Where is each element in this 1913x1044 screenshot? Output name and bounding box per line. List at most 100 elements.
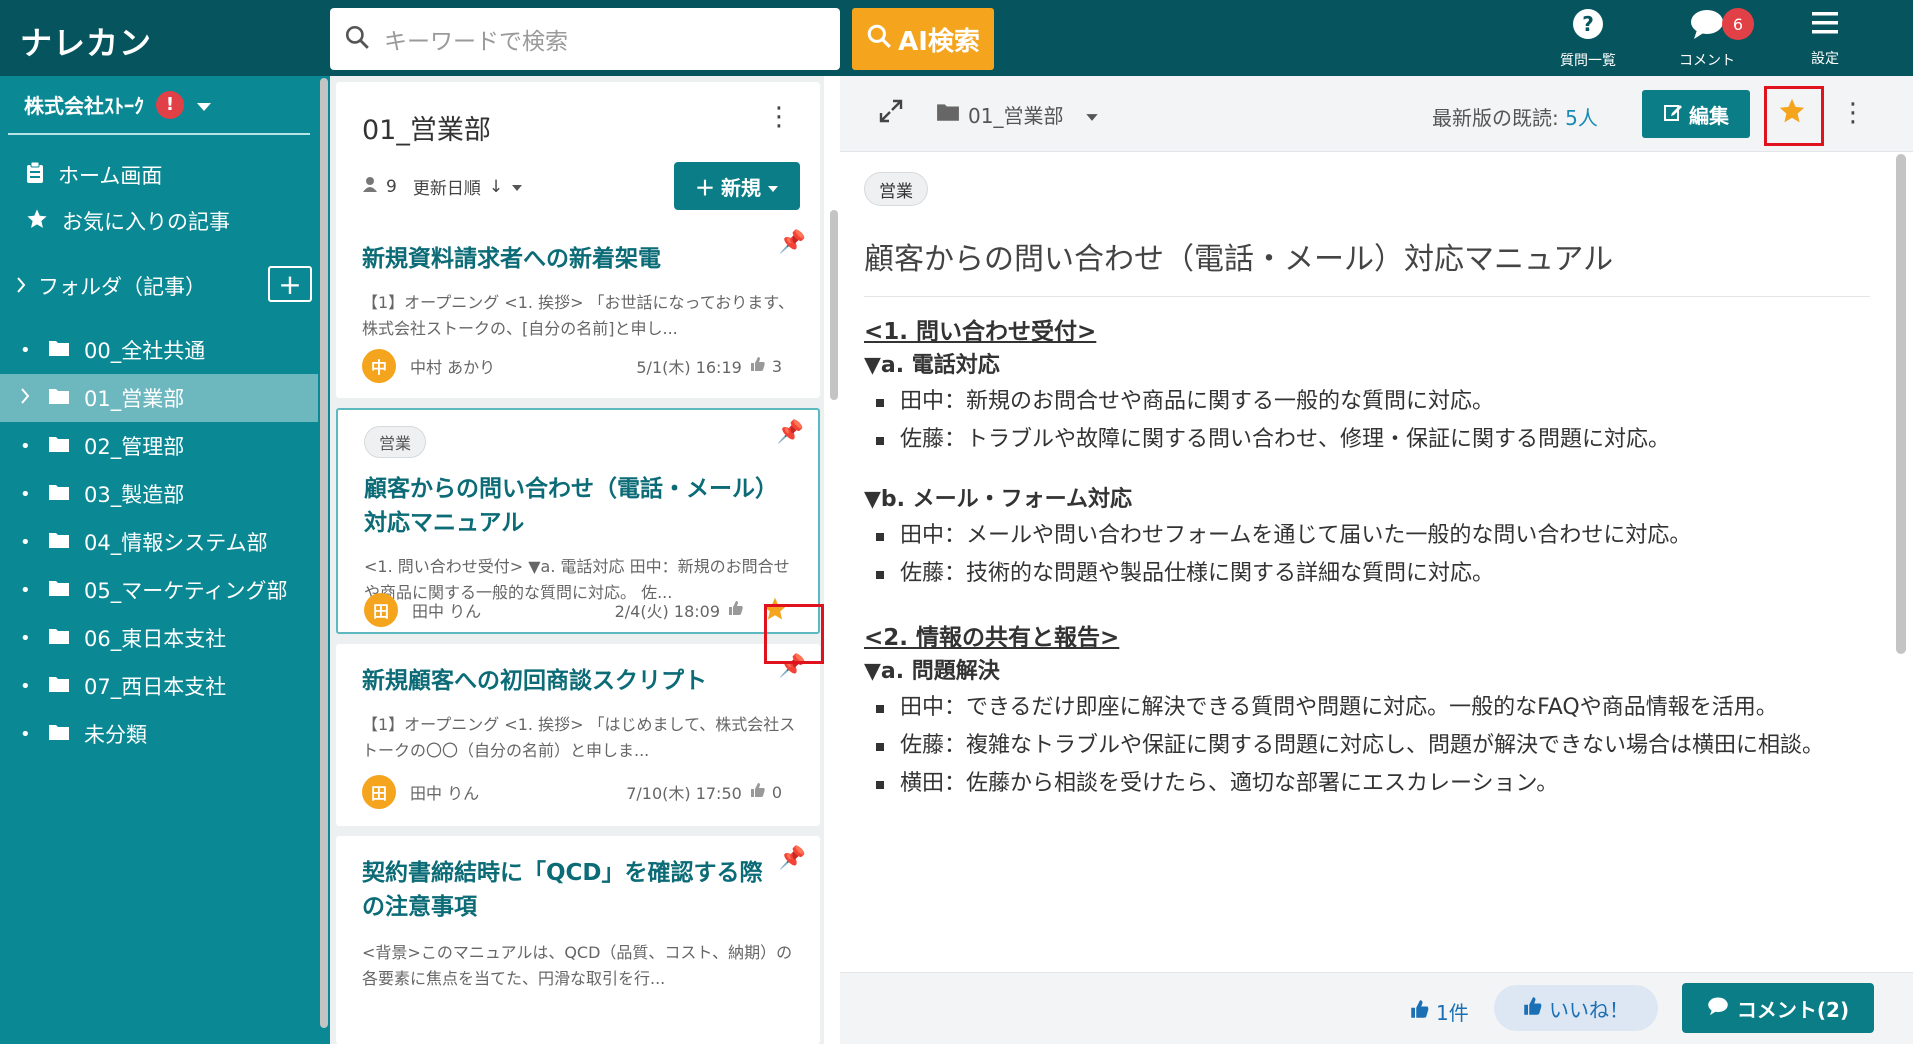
chevron-down-icon bbox=[511, 177, 523, 197]
folder-label: 04_情報システム部 bbox=[84, 531, 268, 555]
card-likes: 0 bbox=[771, 782, 782, 802]
avatar: 田 bbox=[364, 593, 398, 627]
sidebar-scroll-thumb[interactable] bbox=[320, 78, 328, 1028]
list-title: 01_営業部 bbox=[362, 115, 491, 146]
comments-button[interactable]: 6 コメント bbox=[1652, 8, 1762, 70]
folder-label: 07_西日本支社 bbox=[84, 675, 227, 699]
article-list: 01_営業部 ⋮ 9 更新日順 ↓ ＋ 新規 📌 新規資料請求者への新着架電 【… bbox=[330, 76, 824, 1044]
sidebar-folder-item[interactable]: • 00_全社共通 bbox=[0, 326, 318, 374]
folder-section-header[interactable]: フォルダ（記事） + bbox=[16, 266, 312, 306]
folder-section-label: フォルダ（記事） bbox=[38, 275, 206, 299]
comment-button[interactable]: コメント(2) bbox=[1682, 983, 1874, 1033]
subsection-heading: ▼a. 電話対応 bbox=[864, 353, 1000, 378]
member-count: 9 bbox=[386, 176, 397, 197]
app-logo[interactable]: ナレカン bbox=[20, 18, 152, 64]
card-title: 顧客からの問い合わせ（電話・メール）対応マニュアル bbox=[364, 476, 767, 536]
new-button-label: 新規 bbox=[721, 175, 761, 200]
more-options-icon[interactable]: ⋮ bbox=[766, 104, 792, 130]
sidebar-folder-item[interactable]: • 04_情報システム部 bbox=[0, 518, 318, 566]
detail-scrollbar[interactable] bbox=[1896, 154, 1906, 654]
sort-label: 更新日順 bbox=[412, 179, 481, 199]
settings-button[interactable]: 設定 bbox=[1770, 8, 1880, 70]
like-button[interactable]: いいね！ bbox=[1494, 985, 1658, 1031]
speech-bubble-icon bbox=[1707, 996, 1729, 1021]
article-title: 顧客からの問い合わせ（電話・メール）対応マニュアル bbox=[864, 234, 1870, 297]
sidebar-item-favorites[interactable]: お気に入りの記事 bbox=[26, 206, 230, 236]
list-scrollbar[interactable] bbox=[830, 210, 838, 400]
bullet-icon: • bbox=[20, 675, 31, 697]
card-tag: 営業 bbox=[364, 426, 427, 458]
article-card[interactable]: 📌 新規顧客への初回商談スクリプト 【1】オープニング <1. 挨拶> 「はじめ… bbox=[336, 644, 820, 826]
readers-count: 5人 bbox=[1565, 106, 1598, 130]
bullet-icon: • bbox=[20, 531, 31, 553]
sidebar-folder-item[interactable]: • 06_東日本支社 bbox=[0, 614, 318, 662]
folder-icon bbox=[48, 578, 70, 602]
bullet-icon: • bbox=[20, 435, 31, 457]
add-folder-button[interactable]: + bbox=[268, 266, 312, 302]
folder-label: 01_営業部 bbox=[84, 387, 185, 411]
plus-icon: ＋ bbox=[695, 175, 715, 200]
menu-icon bbox=[1810, 8, 1840, 42]
card-title: 新規資料請求者への新着架電 bbox=[362, 246, 661, 272]
like-count-label: 1件 bbox=[1436, 1001, 1469, 1025]
company-switcher[interactable]: 株式会社ｽﾄｰｸ ! bbox=[24, 90, 212, 119]
questions-button[interactable]: ? 質問一覧 bbox=[1533, 8, 1643, 70]
card-date: 7/10(木) 17:50 bbox=[626, 784, 742, 803]
folder-icon bbox=[48, 386, 70, 410]
clipboard-icon bbox=[26, 161, 44, 189]
more-options-icon[interactable]: ⋮ bbox=[1840, 100, 1866, 126]
search-input[interactable]: キーワードで検索 bbox=[330, 8, 840, 70]
thumbs-up-icon bbox=[1410, 999, 1430, 1024]
sidebar-folder-item[interactable]: • 07_西日本支社 bbox=[0, 662, 318, 710]
folder-label: 02_管理部 bbox=[84, 435, 185, 459]
folder-icon bbox=[48, 482, 70, 506]
bullet-icon: • bbox=[20, 627, 31, 649]
subsection-heading: ▼a. 問題解決 bbox=[864, 659, 1000, 684]
article-card[interactable]: 📌 契約書締結時に「QCD」を確認する際の注意事項 <背景>このマニュアルは、Q… bbox=[336, 836, 820, 1044]
card-excerpt: 【1】オープニング <1. 挨拶> 「お世話になっております、株式会社ストークの… bbox=[362, 293, 794, 338]
breadcrumb-folder: 01_営業部 bbox=[968, 104, 1064, 128]
chevron-down-icon bbox=[1085, 103, 1099, 127]
bullet-icon: • bbox=[20, 339, 31, 361]
new-article-button[interactable]: ＋ 新規 bbox=[674, 162, 800, 210]
folder-label: 未分類 bbox=[84, 723, 147, 747]
sidebar-folder-item[interactable]: • 未分類 bbox=[0, 710, 318, 758]
sidebar-folder-item[interactable]: • 03_製造部 bbox=[0, 470, 318, 518]
section-heading: <2. 情報の共有と報告> bbox=[864, 625, 1120, 651]
sidebar-scrollbar[interactable] bbox=[318, 76, 330, 1044]
article-card[interactable]: 📌 新規資料請求者への新着架電 【1】オープニング <1. 挨拶> 「お世話にな… bbox=[336, 220, 820, 398]
sidebar-folder-item-active[interactable]: 01_営業部 bbox=[0, 374, 318, 422]
sidebar-folder-item[interactable]: • 02_管理部 bbox=[0, 422, 318, 470]
readers-status[interactable]: 最新版の既読: 5人 bbox=[1432, 102, 1598, 131]
settings-label: 設定 bbox=[1811, 51, 1839, 67]
article-card-selected[interactable]: 📌 営業 顧客からの問い合わせ（電話・メール）対応マニュアル <1. 問い合わせ… bbox=[336, 408, 820, 634]
pin-icon: 📌 bbox=[778, 230, 806, 255]
article-content: <1. 問い合わせ受付> ▼a. 電話対応 田中：新規のお問合せや商品に関する一… bbox=[864, 315, 1864, 803]
chevron-right-icon bbox=[16, 274, 26, 298]
expand-icon[interactable] bbox=[878, 98, 904, 130]
sidebar-item-home[interactable]: ホーム画面 bbox=[26, 160, 162, 190]
folder-label: 00_全社共通 bbox=[84, 339, 206, 363]
search-placeholder: キーワードで検索 bbox=[384, 29, 568, 55]
card-title: 契約書締結時に「QCD」を確認する際の注意事項 bbox=[362, 860, 763, 920]
avatar: 中 bbox=[362, 349, 396, 383]
sidebar-folder-item[interactable]: • 05_マーケティング部 bbox=[0, 566, 318, 614]
breadcrumb[interactable]: 01_営業部 bbox=[936, 100, 1099, 129]
edit-button[interactable]: 編集 bbox=[1642, 90, 1750, 138]
sidebar-divider bbox=[8, 133, 310, 135]
highlight-favorite-button bbox=[1764, 86, 1824, 146]
top-bar: ナレカン キーワードで検索 AI検索 ? 質問一覧 6 コメント 設定 bbox=[0, 0, 1913, 76]
ai-search-button[interactable]: AI検索 bbox=[852, 8, 994, 70]
article-body: 営業 顧客からの問い合わせ（電話・メール）対応マニュアル <1. 問い合わせ受付… bbox=[864, 172, 1870, 803]
edit-icon bbox=[1663, 102, 1683, 127]
sort-bar[interactable]: 9 更新日順 ↓ bbox=[362, 174, 523, 199]
card-excerpt: <背景>このマニュアルは、QCD（品質、コスト、納期）の各要素に焦点を当てた、円… bbox=[362, 943, 793, 988]
article-tag[interactable]: 営業 bbox=[864, 172, 928, 206]
thumbs-up-icon bbox=[1523, 996, 1543, 1021]
detail-footer: 1件 いいね！ コメント(2) bbox=[840, 972, 1913, 1044]
chevron-right-icon bbox=[20, 387, 34, 409]
questions-label: 質問一覧 bbox=[1560, 53, 1616, 69]
like-count[interactable]: 1件 bbox=[1410, 997, 1469, 1026]
star-icon bbox=[26, 208, 48, 235]
